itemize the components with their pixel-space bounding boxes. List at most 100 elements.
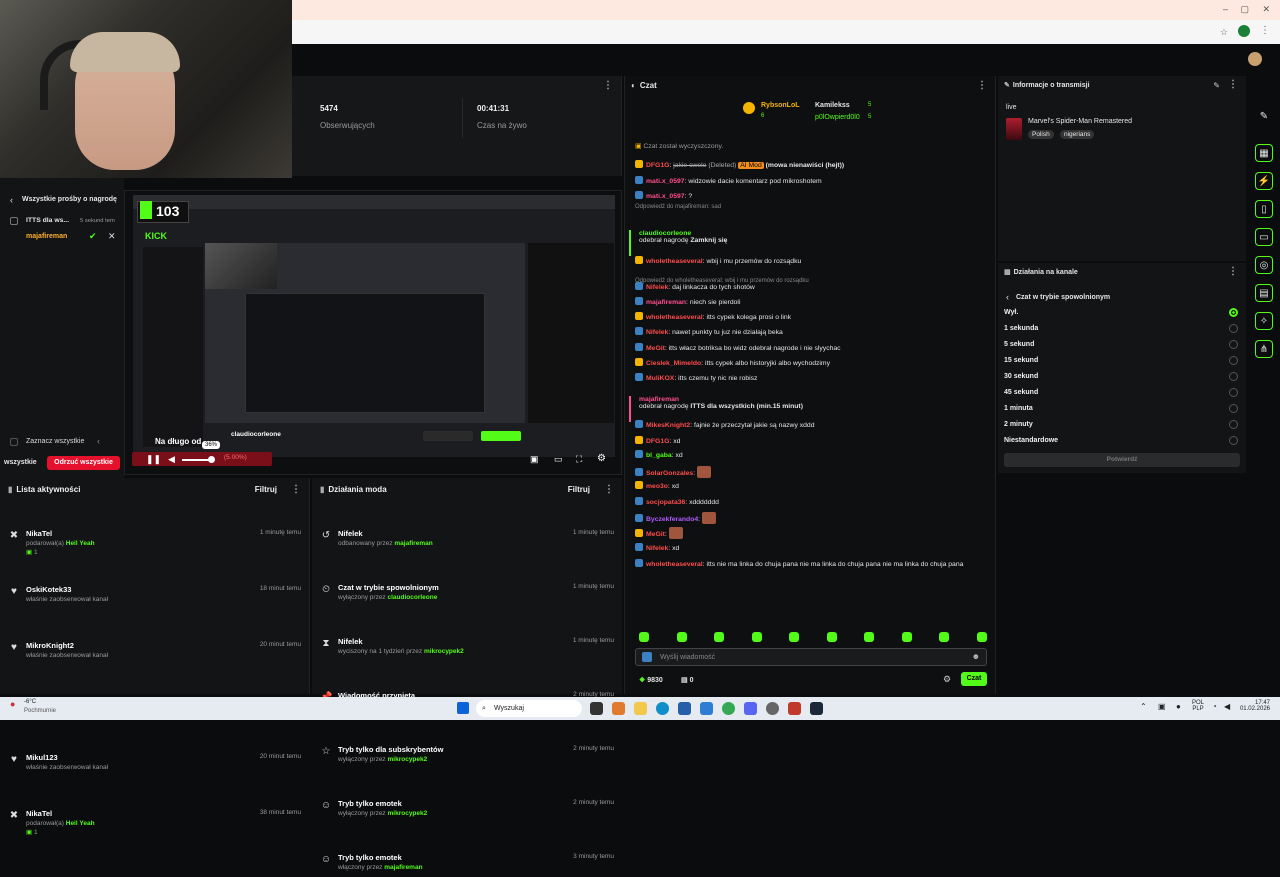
app-icon-1[interactable]: [612, 702, 625, 715]
volume-icon[interactable]: ◀: [168, 454, 175, 465]
file-explorer-icon[interactable]: [634, 702, 647, 715]
chat-username[interactable]: wholetheaseveral: [646, 314, 703, 321]
volume-handle[interactable]: [208, 456, 215, 463]
rail-bolt-icon[interactable]: ⚡: [1255, 172, 1273, 190]
chat-username[interactable]: socjopata36: [646, 499, 685, 506]
slow-mode-option[interactable]: 45 sekund: [1004, 389, 1038, 396]
settings-gear-icon[interactable]: ⚙: [597, 453, 606, 464]
rail-share-icon[interactable]: ⋔: [1255, 340, 1273, 358]
mod-menu-icon[interactable]: ⋮: [604, 484, 614, 495]
minimize-icon[interactable]: –: [1223, 4, 1228, 14]
rail-grid-icon[interactable]: ▦: [1255, 144, 1273, 162]
gift-display[interactable]: ▤ 0: [681, 676, 693, 684]
reject-all-button[interactable]: Odrzuć wszystkie: [47, 456, 120, 470]
back-chevron-icon[interactable]: ‹: [10, 195, 13, 205]
mod-filter-button[interactable]: Filtruj: [568, 485, 590, 494]
actions-back-icon[interactable]: ‹: [1006, 292, 1009, 302]
slow-mode-radio[interactable]: [1229, 308, 1238, 317]
slow-mode-option[interactable]: Niestandardowe: [1004, 437, 1058, 444]
theater-icon[interactable]: ▭: [554, 454, 563, 465]
rail-panel-icon[interactable]: ▤: [1255, 284, 1273, 302]
wifi-icon[interactable]: ◔: [1212, 702, 1217, 711]
steam-icon[interactable]: [810, 702, 823, 715]
points-display[interactable]: ❖ 9830: [639, 676, 663, 684]
slow-mode-radio[interactable]: [1229, 436, 1238, 445]
slow-mode-option[interactable]: 30 sekund: [1004, 373, 1038, 380]
rail-wrench-icon[interactable]: ✧: [1255, 312, 1273, 330]
user-avatar[interactable]: [1248, 52, 1262, 66]
chat-settings-icon[interactable]: ⚙: [943, 674, 951, 685]
close-icon[interactable]: ✕: [1262, 4, 1270, 15]
slow-mode-radio[interactable]: [1229, 324, 1238, 333]
pip-icon[interactable]: ▣: [530, 454, 539, 465]
app-icon-3[interactable]: [788, 702, 801, 715]
actions-menu-icon[interactable]: ⋮: [1228, 266, 1238, 277]
slow-mode-radio[interactable]: [1229, 388, 1238, 397]
chat-username[interactable]: MikesKnight2: [646, 422, 690, 429]
emote-shortcut-icon[interactable]: [864, 632, 874, 642]
volume-tray-icon[interactable]: ◀: [1224, 702, 1230, 711]
pause-icon[interactable]: ❚❚: [146, 454, 161, 465]
chat-username[interactable]: Nifelek: [646, 329, 668, 336]
tray-chevron-icon[interactable]: ⌃: [1140, 702, 1147, 711]
chat-username[interactable]: wholetheaseveral: [646, 258, 703, 265]
chat-username[interactable]: mati.x_0597: [646, 193, 685, 200]
task-view-icon[interactable]: [590, 702, 603, 715]
chat-username[interactable]: DFG1G: [646, 438, 669, 445]
emote-shortcut-icon[interactable]: [751, 632, 762, 642]
language-indicator[interactable]: POL PLP: [1192, 700, 1204, 712]
taskbar-search[interactable]: ⌕ Wyszukaj: [476, 700, 582, 717]
tag-nigerians[interactable]: nigerians: [1060, 130, 1095, 139]
request-checkbox[interactable]: [10, 217, 18, 225]
info-menu-icon[interactable]: ⋮: [1228, 79, 1238, 90]
emoji-picker-icon[interactable]: ☻: [972, 652, 980, 661]
chat-username[interactable]: bl_gaba: [646, 452, 672, 459]
activity-menu-icon[interactable]: ⋮: [291, 484, 301, 495]
approve-check-icon[interactable]: ✔: [89, 231, 97, 242]
stream-preview-player[interactable]: 103 KICK claudiocorleone Na długo od 36%: [124, 190, 622, 475]
chat-username[interactable]: Cieslek_Mimeldo: [646, 360, 701, 367]
stats-menu-icon[interactable]: ⋮: [603, 80, 613, 91]
tag-polish[interactable]: Polish: [1028, 130, 1054, 139]
emote-shortcut-icon[interactable]: [639, 632, 649, 642]
app-icon-2[interactable]: [678, 702, 691, 715]
bookmark-icon[interactable]: ☆: [1220, 27, 1228, 38]
select-all-checkbox[interactable]: [10, 438, 18, 446]
game-title[interactable]: Marvel's Spider-Man Remastered: [1028, 118, 1132, 125]
chat-send-button[interactable]: Czat: [961, 672, 987, 686]
slow-mode-option[interactable]: 2 minuty: [1004, 421, 1033, 428]
chrome-icon[interactable]: [722, 702, 735, 715]
slow-mode-option[interactable]: 15 sekund: [1004, 357, 1038, 364]
mail-icon[interactable]: [700, 702, 713, 715]
start-icon[interactable]: [457, 702, 469, 714]
edit-pencil-icon[interactable]: ✎: [1213, 81, 1220, 90]
chat-username[interactable]: wholetheaseveral: [646, 561, 703, 568]
confirm-button[interactable]: Potwierdź: [1004, 453, 1240, 467]
slow-mode-option[interactable]: 1 sekunda: [1004, 325, 1038, 332]
tray-mic-icon[interactable]: ●: [1176, 702, 1181, 711]
emote-shortcut-icon[interactable]: [676, 632, 687, 642]
chat-username[interactable]: Nifelek: [646, 545, 668, 552]
emote-shortcut-icon[interactable]: [976, 632, 987, 642]
chat-menu-icon[interactable]: ⋮: [977, 80, 987, 91]
browser-menu-icon[interactable]: ⋮: [1260, 25, 1270, 36]
emote-shortcut-icon[interactable]: [901, 632, 912, 642]
chat-username[interactable]: MeGit: [646, 531, 665, 538]
weather-icon[interactable]: ●: [10, 699, 15, 709]
chat-username[interactable]: DFG1G: [646, 162, 669, 169]
reject-x-icon[interactable]: ✕: [108, 231, 116, 242]
fullscreen-icon[interactable]: ⛶: [576, 454, 582, 465]
chat-username[interactable]: SolarGonzales: [646, 470, 693, 477]
activity-filter-button[interactable]: Filtruj: [255, 485, 277, 494]
chat-username[interactable]: majafireman: [646, 299, 686, 306]
slow-mode-radio[interactable]: [1229, 340, 1238, 349]
slow-mode-radio[interactable]: [1229, 372, 1238, 381]
chat-username[interactable]: MeGit: [646, 345, 665, 352]
chat-username[interactable]: Byczekferando4: [646, 516, 698, 523]
emote-shortcut-icon[interactable]: [714, 632, 724, 642]
discord-icon[interactable]: [744, 702, 757, 715]
slow-mode-radio[interactable]: [1229, 356, 1238, 365]
chat-input[interactable]: Wyślij wiadomość ☻: [635, 648, 987, 666]
rail-doc-icon[interactable]: ▯: [1255, 200, 1273, 218]
pager-prev-icon[interactable]: ‹: [97, 436, 100, 446]
